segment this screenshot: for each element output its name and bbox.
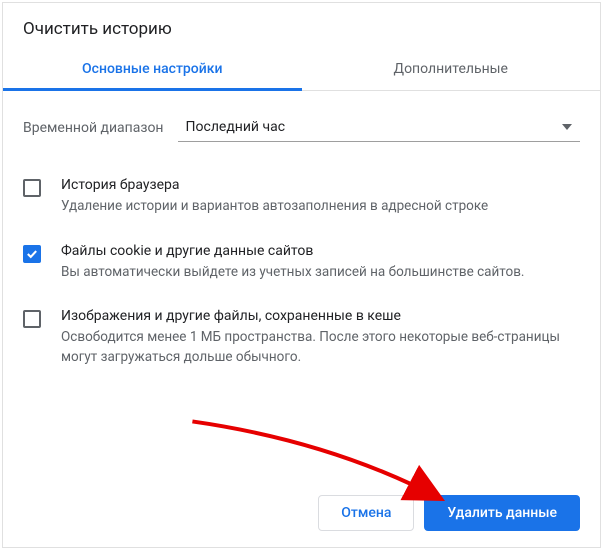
item-title: Изображения и другие файлы, сохраненные … <box>61 308 580 324</box>
chevron-down-icon <box>562 124 572 130</box>
time-range-label: Временной диапазон <box>23 120 164 136</box>
dialog-title: Очистить историю <box>3 3 600 53</box>
list-item: Изображения и другие файлы, сохраненные … <box>23 295 580 380</box>
tab-advanced[interactable]: Дополнительные <box>302 53 601 90</box>
checkbox-browser-history[interactable] <box>23 179 41 197</box>
item-text: История браузера Удаление истории и вари… <box>61 177 580 217</box>
dialog-actions: Отмена Удалить данные <box>318 495 580 531</box>
list-item: История браузера Удаление истории и вари… <box>23 164 580 230</box>
time-range-row: Временной диапазон Последний час <box>3 91 600 160</box>
item-title: История браузера <box>61 177 580 193</box>
checkmark-icon <box>26 249 38 259</box>
checkbox-cache[interactable] <box>23 310 41 328</box>
time-range-value: Последний час <box>186 119 286 135</box>
item-text: Изображения и другие файлы, сохраненные … <box>61 308 580 367</box>
options-list: История браузера Удаление истории и вари… <box>3 160 600 380</box>
tabs: Основные настройки Дополнительные <box>3 53 600 91</box>
tab-basic[interactable]: Основные настройки <box>3 53 302 90</box>
item-title: Файлы cookie и другие данные сайтов <box>61 243 580 259</box>
cancel-button[interactable]: Отмена <box>318 495 414 531</box>
item-text: Файлы cookie и другие данные сайтов Вы а… <box>61 243 580 283</box>
item-desc: Удаление истории и вариантов автозаполне… <box>61 197 580 217</box>
item-desc: Вы автоматически выйдете из учетных запи… <box>61 263 580 283</box>
time-range-select[interactable]: Последний час <box>178 113 580 142</box>
delete-data-button[interactable]: Удалить данные <box>424 495 580 531</box>
checkbox-cookies[interactable] <box>23 245 41 263</box>
item-desc: Освободится менее 1 МБ пространства. Пос… <box>61 328 580 367</box>
list-item: Файлы cookie и другие данные сайтов Вы а… <box>23 230 580 296</box>
clear-history-dialog: Очистить историю Основные настройки Допо… <box>2 2 601 548</box>
